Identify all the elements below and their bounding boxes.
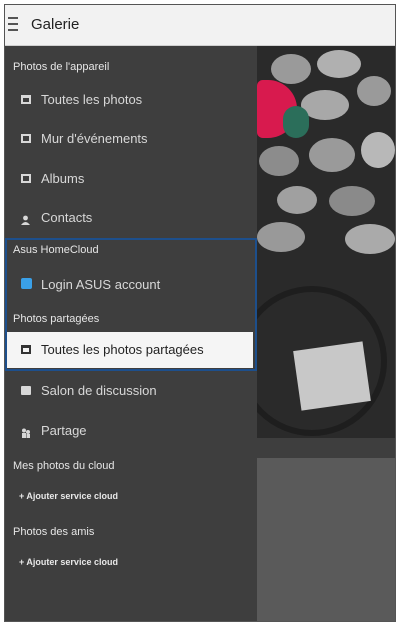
drawer-item-chat[interactable]: Salon de discussion xyxy=(5,374,257,408)
drawer-item-albums[interactable]: Albums xyxy=(5,162,257,196)
shared-photos-icon xyxy=(21,345,31,354)
app-window: Galerie Photos de l'appareil Toutes les … xyxy=(4,4,396,622)
background-photo xyxy=(257,46,395,458)
drawer-item-login-asus[interactable]: Login ASUS account xyxy=(5,268,257,302)
drawer-item-share[interactable]: Partage xyxy=(5,414,257,448)
drawer-item-all-shared-photos[interactable]: Toutes les photos partagées xyxy=(5,332,253,368)
navigation-drawer: Photos de l'appareil Toutes les photos M… xyxy=(5,46,257,621)
add-friends-cloud-service-button[interactable]: + Ajouter service cloud xyxy=(19,557,118,567)
albums-icon xyxy=(21,174,31,183)
section-friends-photos: Photos des amis xyxy=(13,526,95,538)
photos-icon xyxy=(21,95,31,104)
chat-icon xyxy=(21,386,31,395)
section-asus-homecloud: Asus HomeCloud xyxy=(13,244,99,256)
green-leaf-shape xyxy=(283,106,309,138)
asus-homecloud-icon xyxy=(21,278,32,289)
drawer-item-contacts[interactable]: Contacts xyxy=(5,201,257,235)
event-wall-icon xyxy=(21,134,31,143)
photo-empty-area xyxy=(257,458,395,621)
section-cloud-photos: Mes photos du cloud xyxy=(13,460,115,472)
app-bar: Galerie xyxy=(5,5,395,46)
app-title: Galerie xyxy=(31,16,80,33)
section-shared-photos: Photos partagées xyxy=(13,313,100,325)
drawer-item-all-photos[interactable]: Toutes les photos xyxy=(5,83,257,117)
hamburger-menu-icon[interactable] xyxy=(8,17,18,33)
cassette-shape xyxy=(293,341,371,411)
contacts-icon xyxy=(21,213,30,225)
drawer-item-event-wall[interactable]: Mur d'événements xyxy=(5,122,257,156)
share-icon xyxy=(21,426,31,438)
add-cloud-service-button[interactable]: + Ajouter service cloud xyxy=(19,491,118,501)
section-device-photos: Photos de l'appareil xyxy=(13,61,110,73)
